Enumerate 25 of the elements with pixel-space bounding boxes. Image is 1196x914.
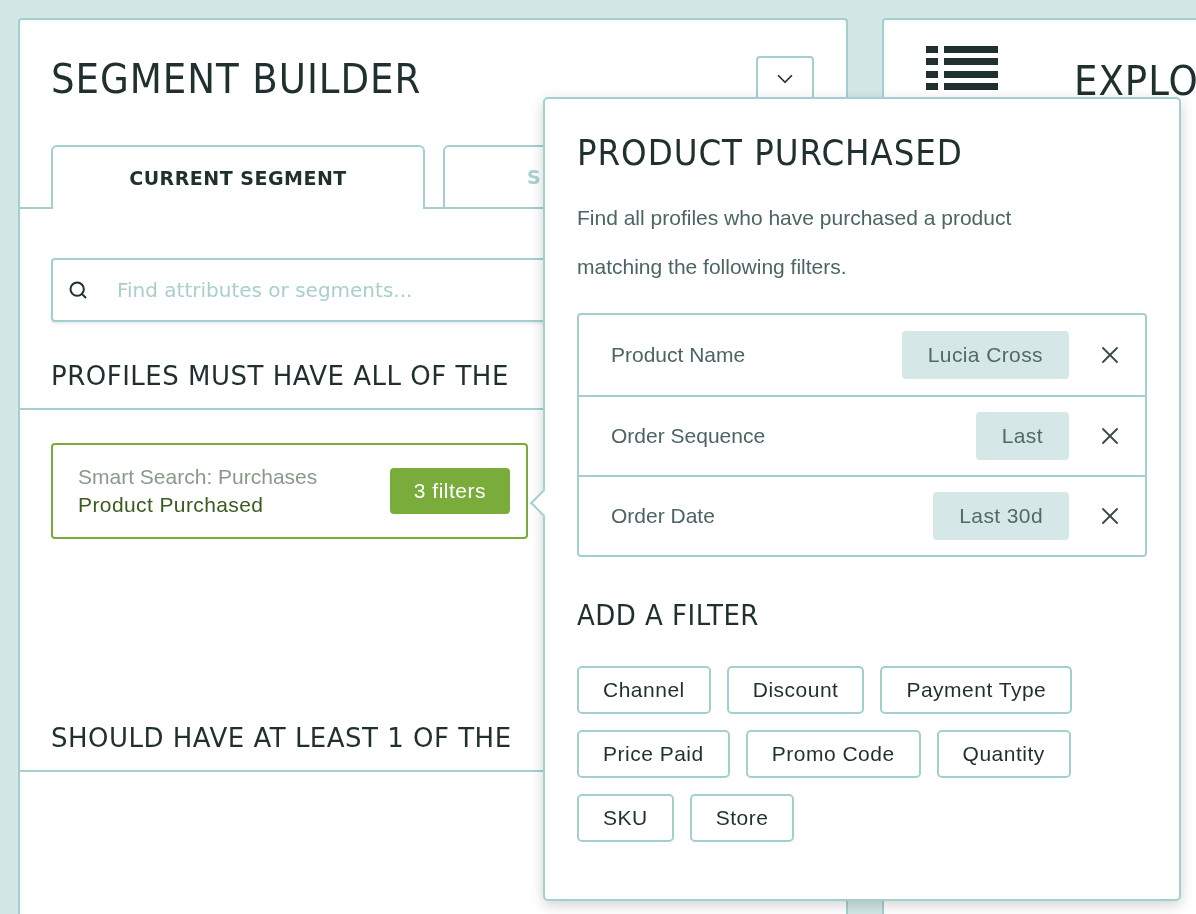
add-filter-heading: ADD A FILTER bbox=[577, 599, 760, 632]
filter-value[interactable]: Last 30d bbox=[933, 492, 1069, 540]
filter-option[interactable]: Discount bbox=[726, 666, 865, 714]
filter-label: Product Name bbox=[611, 343, 747, 367]
filter-option[interactable]: Quantity bbox=[936, 730, 1071, 778]
popover-description: Find all profiles who have purchased a product matching the following filters. bbox=[577, 205, 1013, 280]
filter-label: Order Date bbox=[611, 504, 716, 528]
panel-title: EXPLO bbox=[1074, 58, 1196, 104]
filter-value[interactable]: Last bbox=[975, 412, 1069, 460]
condition-name: Product Purchased bbox=[78, 493, 265, 517]
filter-option[interactable]: SKU bbox=[577, 794, 674, 842]
filter-option[interactable]: Channel bbox=[577, 666, 711, 714]
filter-option[interactable]: Payment Type bbox=[880, 666, 1073, 714]
filter-option[interactable]: Promo Code bbox=[745, 730, 921, 778]
popover-title: PRODUCT PURCHASED bbox=[577, 133, 964, 173]
search-icon bbox=[68, 280, 88, 300]
filter-label: Order Sequence bbox=[611, 424, 767, 448]
filter-option[interactable]: Store bbox=[689, 794, 795, 842]
condition-card[interactable]: Smart Search: Purchases Product Purchased 3 filters bbox=[51, 443, 528, 539]
tab[interactable]: CURRENT SEGMENT bbox=[51, 145, 425, 209]
list-icon[interactable] bbox=[926, 46, 998, 90]
filter-value[interactable]: Lucia Cross bbox=[901, 331, 1069, 379]
panel-title: SEGMENT BUILDER bbox=[51, 56, 422, 102]
condition-source: Smart Search: Purchases bbox=[78, 465, 318, 489]
filter-option[interactable]: Price Paid bbox=[577, 730, 730, 778]
